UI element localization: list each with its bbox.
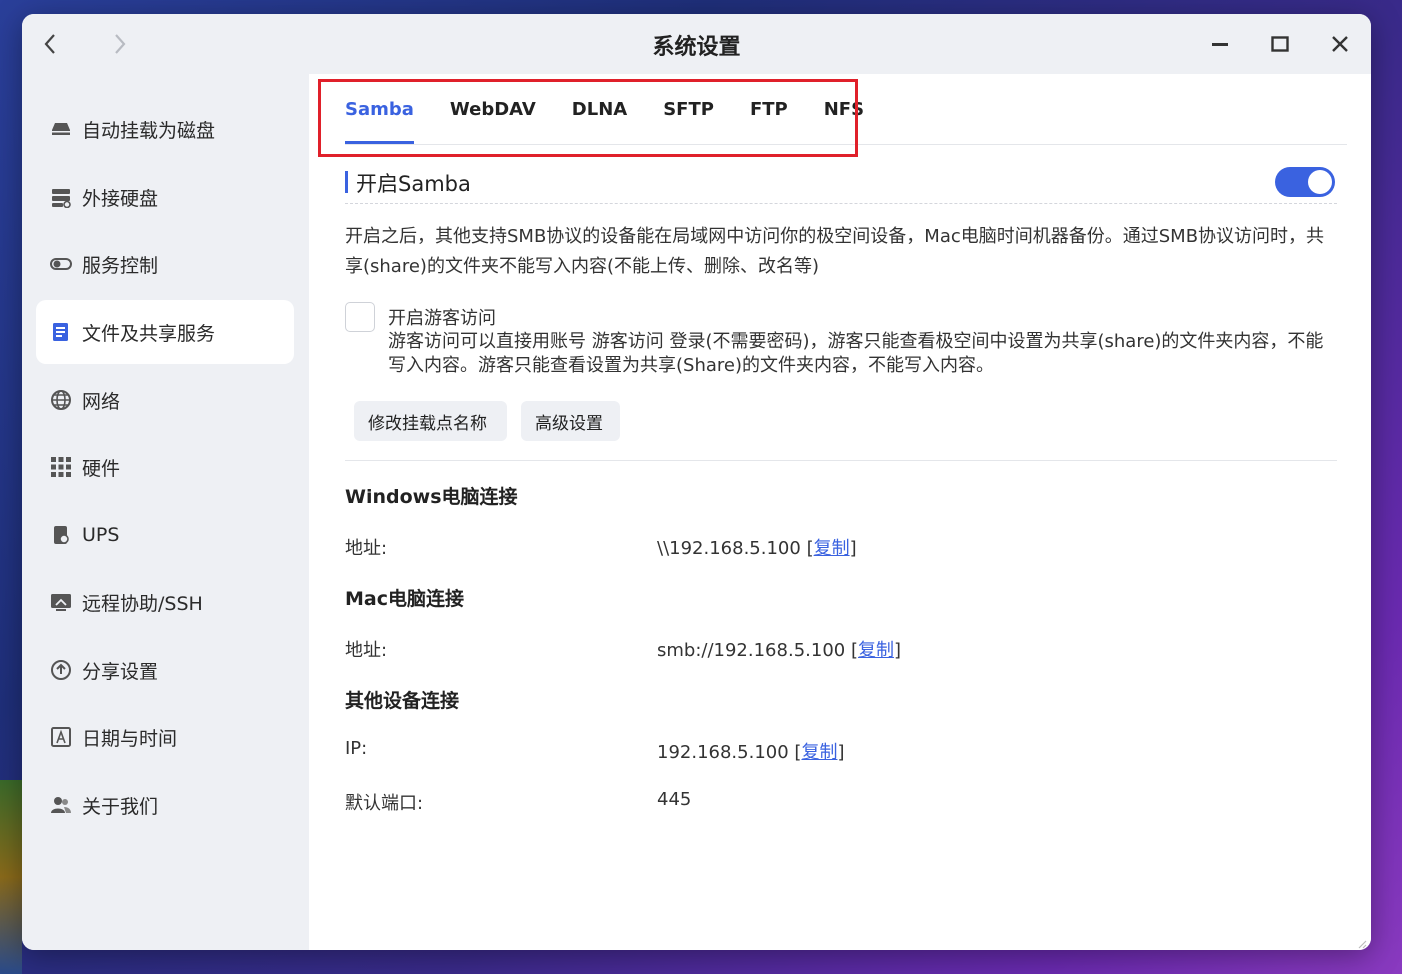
maximize-button[interactable] bbox=[1266, 30, 1294, 58]
sidebar-item-ups[interactable]: UPS bbox=[36, 503, 294, 567]
samba-toggle[interactable] bbox=[1275, 167, 1335, 197]
windows-address-text: \\192.168.5.100 bbox=[657, 538, 801, 559]
sidebar-item-auto-mount[interactable]: 自动挂载为磁盘 bbox=[36, 97, 294, 161]
main-content: Samba WebDAV DLNA SFTP FTP NFS 开启Samba 开… bbox=[309, 74, 1371, 950]
share-icon bbox=[50, 659, 72, 681]
sidebar-item-file-share[interactable]: 文件及共享服务 bbox=[36, 300, 294, 364]
ip-text: 192.168.5.100 bbox=[657, 742, 789, 763]
toggle-knob bbox=[1308, 170, 1332, 194]
sidebar-item-label: 远程协助/SSH bbox=[82, 592, 203, 615]
wallpaper bbox=[0, 780, 22, 974]
ups-icon bbox=[50, 524, 72, 546]
windows-address-value: \\192.168.5.100 [复制] bbox=[657, 538, 857, 559]
sidebar-item-label: 硬件 bbox=[82, 457, 121, 480]
windows-address-label: 地址: bbox=[345, 538, 388, 559]
divider bbox=[345, 460, 1337, 461]
mac-connection-heading: Mac电脑连接 bbox=[345, 588, 464, 610]
external-disk-icon bbox=[50, 186, 72, 208]
sidebar-item-label: 外接硬盘 bbox=[82, 187, 159, 210]
sidebar-item-label: UPS bbox=[82, 524, 120, 546]
ip-value: 192.168.5.100 [复制] bbox=[657, 742, 845, 763]
sidebar-item-remote-ssh[interactable]: 远程协助/SSH bbox=[36, 570, 294, 634]
remote-icon bbox=[50, 591, 72, 613]
drive-icon bbox=[50, 118, 72, 140]
mac-address-value: smb://192.168.5.100 [复制] bbox=[657, 640, 902, 661]
sidebar-item-about[interactable]: 关于我们 bbox=[36, 773, 294, 837]
settings-window: 系统设置 自动挂载为磁盘 外接硬盘 服务控制 文件及共享服务 网络 硬件 UPS… bbox=[22, 14, 1371, 950]
copy-windows-link[interactable]: 复制 bbox=[814, 538, 850, 559]
sidebar-item-share-settings[interactable]: 分享设置 bbox=[36, 638, 294, 702]
users-icon bbox=[50, 794, 72, 816]
port-label: 默认端口: bbox=[345, 793, 424, 814]
grid-icon bbox=[50, 456, 72, 478]
maximize-icon bbox=[1271, 36, 1289, 52]
guest-access-label: 开启游客访问 bbox=[388, 308, 496, 329]
ip-label: IP: bbox=[345, 738, 368, 759]
resize-grip[interactable] bbox=[1355, 934, 1367, 949]
copy-mac-link[interactable]: 复制 bbox=[858, 640, 894, 661]
calendar-icon bbox=[50, 726, 72, 748]
sidebar-item-label: 自动挂载为磁盘 bbox=[82, 119, 216, 142]
samba-description: 开启之后，其他支持SMB协议的设备能在局域网中访问你的极空间设备，Mac电脑时间… bbox=[345, 226, 1325, 277]
windows-connection-heading: Windows电脑连接 bbox=[345, 486, 518, 508]
advanced-settings-button[interactable]: 高级设置 bbox=[521, 401, 620, 441]
sidebar-item-label: 服务控制 bbox=[82, 254, 159, 277]
rename-mount-button[interactable]: 修改挂载点名称 bbox=[354, 401, 507, 441]
sidebar-item-label: 网络 bbox=[82, 390, 121, 413]
guest-access-checkbox[interactable] bbox=[345, 302, 375, 332]
window-title: 系统设置 bbox=[652, 35, 741, 60]
close-button[interactable] bbox=[1326, 30, 1354, 58]
samba-section-header: 开启Samba bbox=[345, 167, 1337, 204]
mac-address-label: 地址: bbox=[345, 640, 388, 661]
copy-ip-link[interactable]: 复制 bbox=[801, 742, 837, 763]
sidebar: 自动挂载为磁盘 外接硬盘 服务控制 文件及共享服务 网络 硬件 UPS 远程协助… bbox=[22, 74, 309, 950]
other-connection-heading: 其他设备连接 bbox=[345, 690, 460, 712]
globe-icon bbox=[50, 389, 72, 411]
section-accent-bar bbox=[345, 171, 348, 193]
close-icon bbox=[1332, 36, 1348, 52]
sidebar-item-hardware[interactable]: 硬件 bbox=[36, 435, 294, 499]
toggle-icon bbox=[50, 253, 72, 275]
sidebar-item-service-control[interactable]: 服务控制 bbox=[36, 232, 294, 296]
titlebar: 系统设置 bbox=[22, 14, 1371, 74]
section-title: 开启Samba bbox=[356, 172, 471, 196]
sidebar-item-label: 关于我们 bbox=[82, 795, 159, 818]
sidebar-item-label: 日期与时间 bbox=[82, 727, 178, 750]
port-value: 445 bbox=[657, 789, 692, 810]
sidebar-item-external-disk[interactable]: 外接硬盘 bbox=[36, 165, 294, 229]
sidebar-item-network[interactable]: 网络 bbox=[36, 368, 294, 432]
sidebar-item-label: 分享设置 bbox=[82, 660, 159, 683]
minimize-button[interactable] bbox=[1206, 30, 1234, 58]
mac-address-text: smb://192.168.5.100 bbox=[657, 640, 846, 661]
file-share-icon bbox=[50, 321, 72, 343]
guest-access-description: 游客访问可以直接用账号 游客访问 登录(不需要密码)，游客只能查看极空间中设置为… bbox=[388, 331, 1324, 376]
sidebar-item-date-time[interactable]: 日期与时间 bbox=[36, 705, 294, 769]
minimize-icon bbox=[1212, 43, 1228, 46]
annotation-highlight-box bbox=[318, 79, 858, 157]
sidebar-item-label: 文件及共享服务 bbox=[82, 322, 216, 345]
